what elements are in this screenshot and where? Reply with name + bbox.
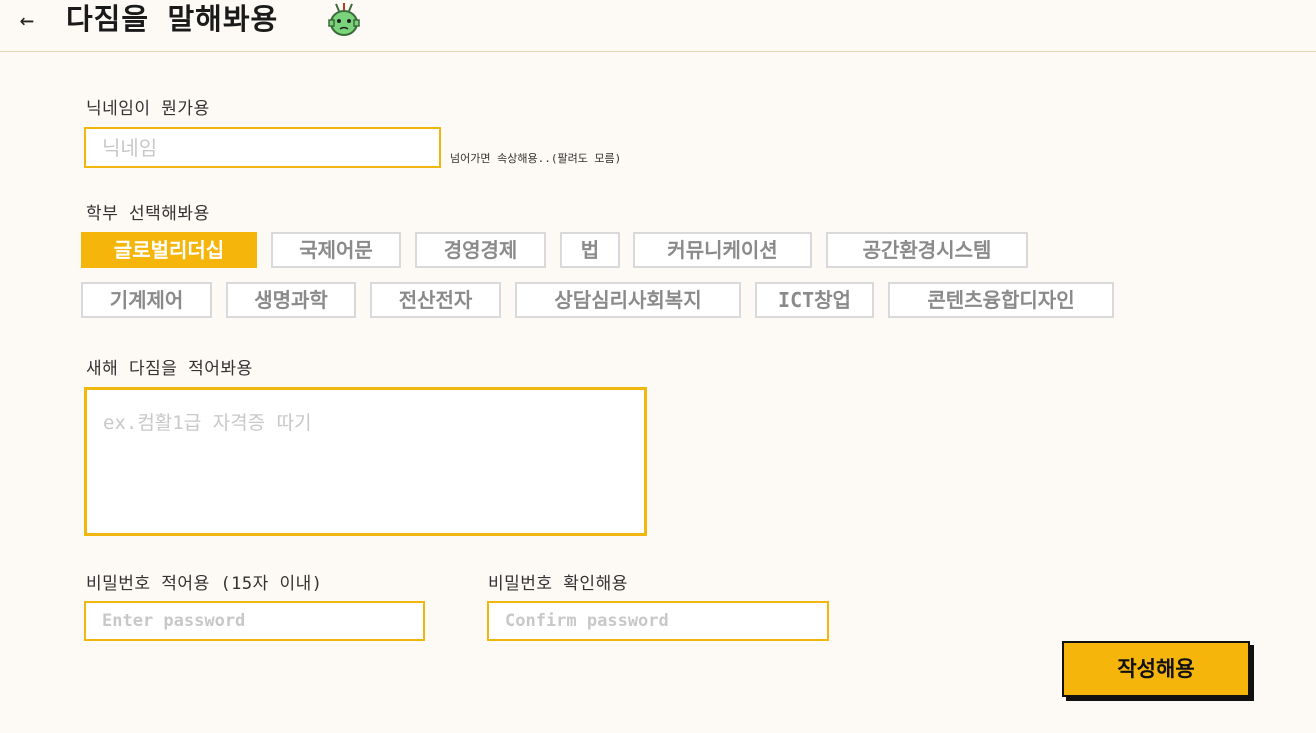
mascot-icon (328, 3, 360, 36)
department-label: 학부 선택해봐용 (86, 204, 210, 224)
chip-spatial-environment[interactable]: 공간환경시스템 (826, 232, 1028, 268)
nickname-label: 닉네임이 뭔가용 (86, 99, 210, 119)
chip-law[interactable]: 법 (560, 232, 620, 268)
chip-life-science[interactable]: 생명과학 (226, 282, 356, 318)
nickname-hint: 넘어가면 속상해용..(팔려도 모름) (450, 152, 622, 165)
chip-content-convergence-design[interactable]: 콘텐츠융합디자인 (888, 282, 1114, 318)
resolution-label: 새해 다짐을 적어봐용 (86, 359, 253, 379)
chip-mechanical-control[interactable]: 기계제어 (81, 282, 212, 318)
app-header: ← 다짐을 말해봐용 (0, 0, 1316, 52)
chip-ict-startup[interactable]: ICT창업 (755, 282, 874, 318)
submit-button[interactable]: 작성해용 (1062, 641, 1250, 697)
confirm-password-label: 비밀번호 확인해용 (488, 574, 628, 594)
nickname-input[interactable] (84, 127, 441, 168)
chip-global-leadership[interactable]: 글로벌리더십 (81, 232, 257, 268)
chip-counseling-social-welfare[interactable]: 상담심리사회복지 (515, 282, 741, 318)
chip-international-language[interactable]: 국제어문 (271, 232, 401, 268)
back-arrow-icon[interactable]: ← (12, 5, 42, 35)
password-label: 비밀번호 적어용 (15자 이내) (86, 574, 323, 594)
resolution-textarea[interactable] (84, 387, 647, 536)
chip-communication[interactable]: 커뮤니케이션 (633, 232, 812, 268)
chip-computer-electronics[interactable]: 전산전자 (370, 282, 501, 318)
chip-business-economics[interactable]: 경영경제 (415, 232, 546, 268)
page-title: 다짐을 말해봐용 (66, 2, 279, 36)
confirm-password-input[interactable] (487, 601, 829, 641)
password-input[interactable] (84, 601, 425, 641)
